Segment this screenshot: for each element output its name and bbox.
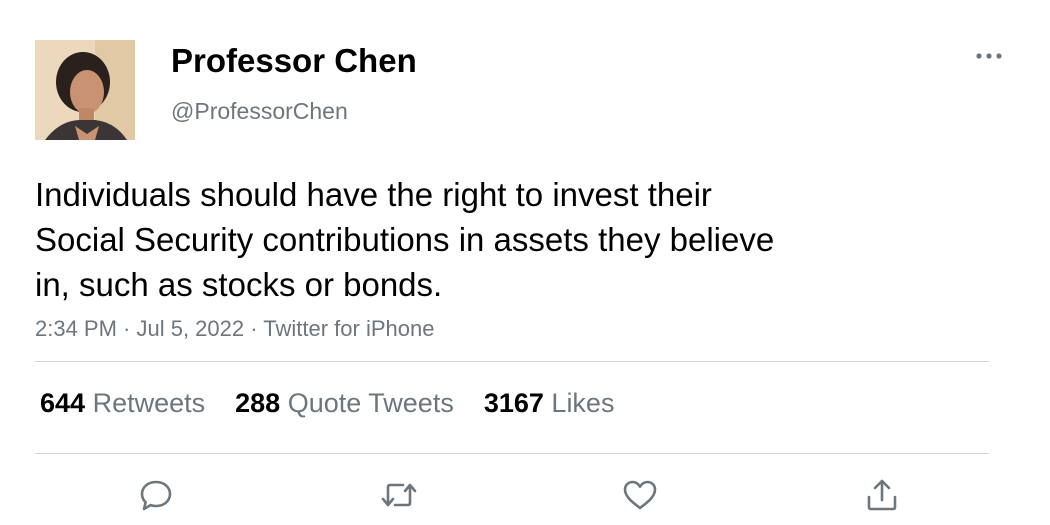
reply-button[interactable] [136, 475, 176, 515]
quote-tweets-stat[interactable]: 288 Quote Tweets [235, 388, 454, 419]
quote-tweets-count: 288 [235, 388, 281, 418]
profile-photo-icon [35, 40, 135, 140]
tweet-text-line: Individuals should have the right to inv… [35, 176, 712, 213]
like-button[interactable] [620, 475, 660, 515]
retweets-stat[interactable]: 644 Retweets [40, 388, 205, 419]
likes-label: Likes [551, 388, 615, 418]
engagement-stats: 644 Retweets 288 Quote Tweets 3167 Likes [40, 388, 614, 419]
author-name[interactable]: Professor Chen [171, 42, 417, 80]
share-button[interactable] [862, 475, 902, 515]
likes-stat[interactable]: 3167 Likes [484, 388, 615, 419]
heart-icon [623, 480, 657, 510]
retweet-icon [381, 483, 417, 507]
divider [35, 361, 989, 362]
avatar[interactable] [35, 40, 135, 140]
likes-count: 3167 [483, 388, 544, 418]
author-handle[interactable]: @ProfessorChen [171, 98, 348, 125]
retweet-button[interactable] [379, 475, 419, 515]
tweet-text-line: in, such as stocks or bonds. [35, 266, 443, 303]
tweet-timestamp[interactable]: 2:34 PM · Jul 5, 2022 · Twitter for iPho… [35, 316, 434, 342]
retweets-label: Retweets [92, 388, 206, 418]
reply-icon [140, 480, 172, 511]
divider [35, 453, 989, 454]
tweet-text-line: Social Security contributions in assets … [35, 221, 775, 258]
more-options-button[interactable] [972, 42, 1006, 70]
share-icon [867, 479, 897, 511]
quote-tweets-label: Quote Tweets [287, 388, 454, 418]
ellipsis-icon [976, 53, 1002, 59]
tweet-text: Individuals should have the right to inv… [35, 172, 865, 307]
retweets-count: 644 [40, 388, 86, 418]
